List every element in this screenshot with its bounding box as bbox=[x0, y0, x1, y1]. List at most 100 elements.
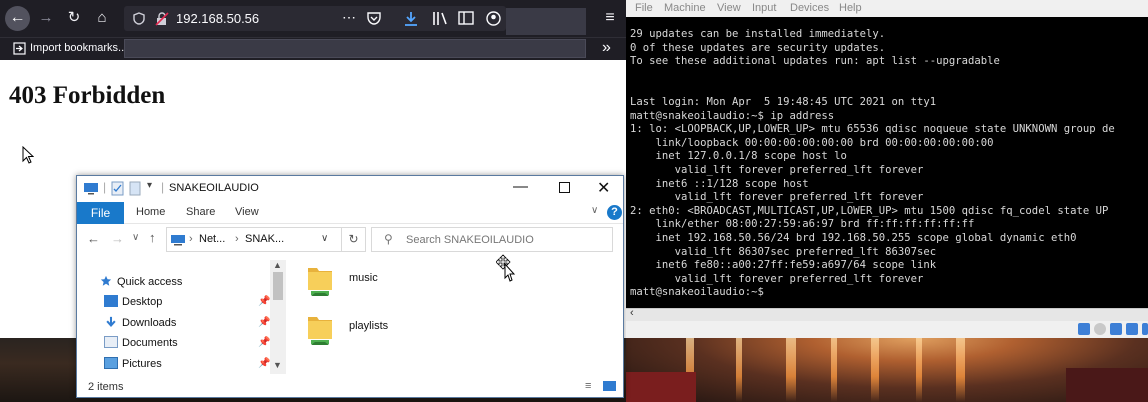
recent-locations-icon[interactable]: ∨ bbox=[132, 232, 139, 243]
details-view-icon[interactable]: ≡ bbox=[585, 380, 591, 392]
back-arrow-icon[interactable]: ← bbox=[87, 231, 100, 246]
bookmarks-area bbox=[124, 39, 586, 58]
optical-drive-icon[interactable] bbox=[1094, 323, 1106, 335]
mouse-pointer-icon bbox=[22, 146, 34, 164]
minimize-button[interactable]: — bbox=[513, 178, 528, 195]
back-button[interactable]: ← bbox=[5, 6, 30, 31]
forward-arrow-icon[interactable]: → bbox=[111, 231, 124, 246]
menu-input[interactable]: Input bbox=[752, 2, 776, 14]
folder-music[interactable]: music bbox=[349, 272, 378, 284]
pin-icon: 📌 bbox=[258, 337, 271, 348]
shield-icon[interactable] bbox=[133, 12, 145, 25]
help-icon[interactable]: ? bbox=[607, 205, 622, 220]
page-title: 403 Forbidden bbox=[9, 82, 166, 109]
move-cursor-icon bbox=[496, 254, 516, 282]
nav-downloads[interactable]: Downloads bbox=[104, 313, 176, 333]
library-icon[interactable] bbox=[432, 11, 448, 26]
tab-share[interactable]: Share bbox=[186, 206, 215, 218]
address-dropdown-icon[interactable]: ∨ bbox=[321, 233, 328, 244]
breadcrumb-host[interactable]: SNAK... bbox=[245, 233, 284, 245]
sidebar-icon[interactable] bbox=[458, 11, 474, 26]
terminal-line: Last login: Mon Apr 5 19:48:45 UTC 2021 … bbox=[630, 95, 937, 108]
menu-button[interactable]: ≡ bbox=[600, 8, 620, 28]
terminal-line: matt@snakeoilaudio:~$ bbox=[630, 286, 764, 299]
terminal-line: valid_lft forever preferred_lft forever bbox=[630, 191, 924, 204]
import-bookmarks-link[interactable]: Import bookmarks... bbox=[30, 42, 127, 54]
pin-icon: 📌 bbox=[258, 296, 271, 307]
menu-devices[interactable]: Devices bbox=[790, 2, 829, 14]
tab-file[interactable]: File bbox=[77, 202, 124, 224]
firefox-toolbar: ← → ↻ ⌂ 192.168.50.56 ⋯ ≡ bbox=[0, 0, 626, 37]
network-folder-icon[interactable] bbox=[305, 264, 335, 300]
vm-horizontal-scrollbar[interactable]: ‹ bbox=[626, 307, 1148, 321]
bookmarks-overflow-button[interactable]: » bbox=[602, 39, 611, 57]
page-actions-icon[interactable]: ⋯ bbox=[342, 9, 357, 26]
refresh-button[interactable]: ↻ bbox=[342, 227, 366, 252]
breadcrumb-network[interactable]: Net... bbox=[199, 233, 225, 245]
home-button[interactable]: ⌂ bbox=[92, 8, 112, 28]
terminal-line: valid_lft 86307sec preferred_lft 86307se… bbox=[630, 245, 937, 258]
pictures-icon bbox=[104, 357, 118, 369]
vm-terminal[interactable]: 29 updates can be installed immediately.… bbox=[626, 17, 1148, 308]
terminal-line: valid_lft forever preferred_lft forever bbox=[630, 163, 924, 176]
nav-documents[interactable]: Documents bbox=[104, 333, 178, 353]
expand-ribbon-icon[interactable]: ∨ bbox=[591, 205, 598, 216]
usb-icon[interactable] bbox=[1142, 323, 1148, 335]
terminal-line: inet 127.0.0.1/8 scope host lo bbox=[630, 150, 847, 163]
vm-statusbar bbox=[626, 321, 1148, 338]
nav-label: Desktop bbox=[122, 296, 163, 308]
url-text[interactable]: 192.168.50.56 bbox=[176, 11, 259, 26]
nav-label: Pictures bbox=[122, 358, 162, 370]
this-pc-icon bbox=[84, 183, 98, 195]
maximize-button[interactable] bbox=[559, 182, 570, 193]
scroll-left-icon[interactable]: ‹ bbox=[630, 307, 634, 319]
network-icon bbox=[171, 235, 185, 246]
up-arrow-icon[interactable]: ↑ bbox=[149, 230, 156, 245]
download-icon[interactable] bbox=[404, 11, 418, 27]
address-bar[interactable]: › Net... › SNAK... ∨ bbox=[166, 227, 342, 252]
hard-disk-icon[interactable] bbox=[1078, 323, 1090, 335]
terminal-line: matt@snakeoilaudio:~$ ip address bbox=[630, 109, 835, 122]
large-icons-view-icon[interactable] bbox=[603, 381, 616, 391]
nav-scrollbar[interactable]: ▲ ▼ bbox=[270, 260, 286, 374]
vm-menubar: File Machine View Input Devices Help bbox=[626, 0, 1148, 17]
reload-button[interactable]: ↻ bbox=[64, 8, 84, 28]
url-bar[interactable]: 192.168.50.56 ⋯ bbox=[124, 6, 506, 31]
audio-icon[interactable] bbox=[1110, 323, 1122, 335]
folder-playlists[interactable]: playlists bbox=[349, 320, 388, 332]
properties-icon[interactable] bbox=[111, 181, 124, 196]
terminal-output: 29 updates can be installed immediately.… bbox=[630, 28, 1115, 300]
forward-button[interactable]: → bbox=[36, 8, 56, 28]
search-icon: ⚲ bbox=[384, 232, 393, 246]
downloads-icon bbox=[106, 316, 116, 327]
terminal-line: 0 of these updates are security updates. bbox=[630, 41, 886, 54]
menu-file[interactable]: File bbox=[635, 2, 653, 14]
terminal-line: 29 updates can be installed immediately. bbox=[630, 28, 886, 40]
tab-home[interactable]: Home bbox=[136, 206, 165, 218]
terminal-line: 2: eth0: <BROADCAST,MULTICAST,UP,LOWER_U… bbox=[630, 204, 1109, 217]
search-input[interactable]: ⚲ Search SNAKEOILAUDIO bbox=[371, 227, 613, 252]
nav-pictures[interactable]: Pictures bbox=[104, 354, 162, 374]
account-icon[interactable] bbox=[486, 11, 501, 26]
network-folder-icon[interactable] bbox=[305, 313, 335, 349]
new-folder-quick-icon[interactable] bbox=[129, 181, 141, 196]
terminal-line: 1: lo: <LOOPBACK,UP,LOWER_UP> mtu 65536 … bbox=[630, 123, 1115, 136]
tab-view[interactable]: View bbox=[235, 206, 259, 218]
window-title: SNAKEOILAUDIO bbox=[169, 182, 259, 194]
bookmarks-toolbar: Import bookmarks... » bbox=[0, 37, 626, 60]
network-adapter-icon[interactable] bbox=[1126, 323, 1138, 335]
terminal-line: inet 192.168.50.56/24 brd 192.168.50.255… bbox=[630, 231, 1077, 244]
quick-access-toolbar-dropdown[interactable]: ▾ bbox=[147, 180, 152, 191]
nav-desktop[interactable]: Desktop bbox=[104, 292, 162, 312]
insecure-lock-icon[interactable] bbox=[155, 12, 169, 26]
menu-help[interactable]: Help bbox=[839, 2, 862, 14]
menu-machine[interactable]: Machine bbox=[664, 2, 706, 14]
menu-view[interactable]: View bbox=[717, 2, 741, 14]
close-button[interactable]: ✕ bbox=[597, 178, 610, 198]
nav-quick-access[interactable]: Quick access bbox=[99, 272, 182, 292]
terminal-line: valid_lft forever preferred_lft forever bbox=[630, 272, 924, 285]
pocket-icon[interactable] bbox=[367, 11, 381, 25]
terminal-line: link/ether 08:00:27:59:a6:97 brd ff:ff:f… bbox=[630, 218, 975, 231]
search-placeholder: Search SNAKEOILAUDIO bbox=[406, 234, 534, 246]
terminal-line: inet6 ::1/128 scope host bbox=[630, 177, 809, 190]
